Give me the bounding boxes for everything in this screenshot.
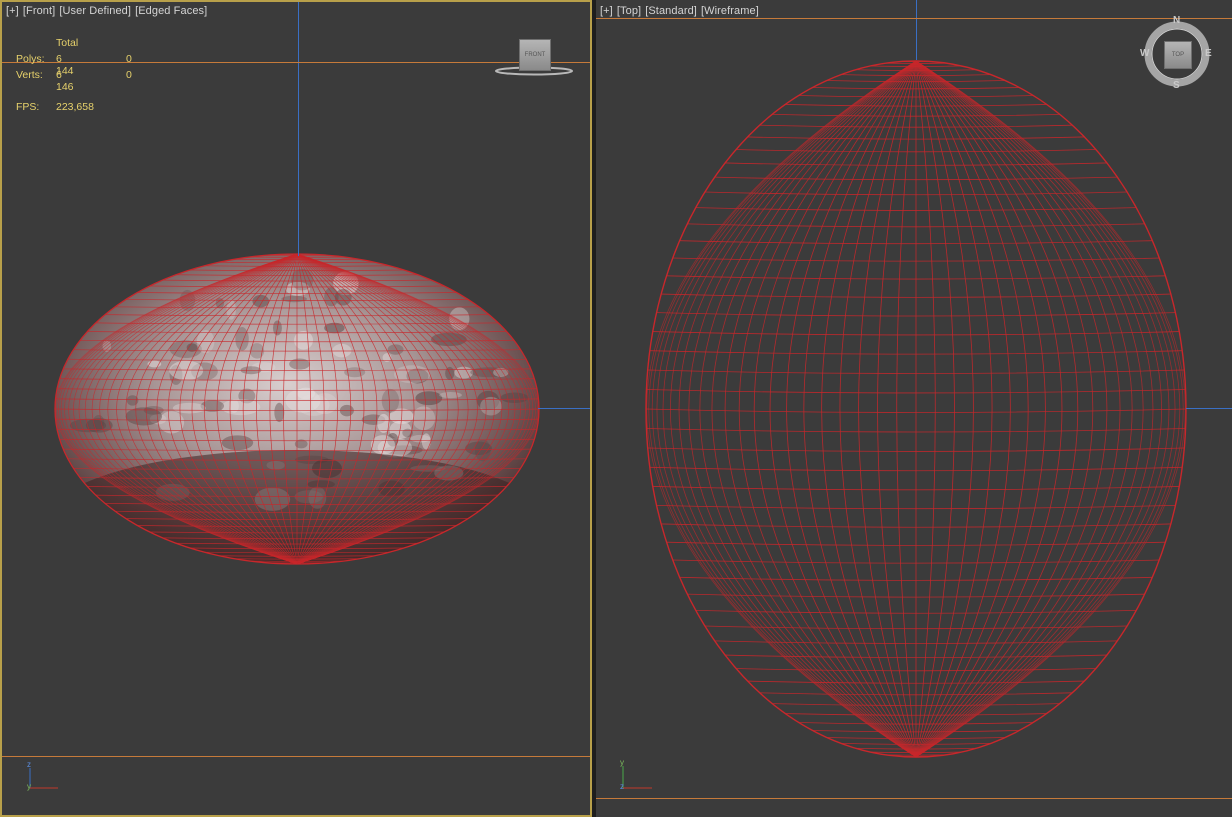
compass-west[interactable]: W: [1140, 48, 1149, 59]
viewport-plus-menu[interactable]: [+]: [6, 5, 19, 17]
axis-tripod-icon: y z: [618, 756, 658, 796]
grid-axis-vertical: [298, 0, 299, 256]
axis-right-label: z: [620, 782, 624, 791]
stats-selected-value: 0: [126, 53, 132, 65]
compass-north[interactable]: N: [1173, 15, 1180, 26]
front-viewport[interactable]: [+] [Front] [User Defined] [Edged Faces] To…: [0, 0, 592, 817]
front-viewport-canvas[interactable]: [0, 0, 592, 817]
compass-east[interactable]: E: [1205, 48, 1212, 59]
viewport-label-menu[interactable]: [+] [Front] [User Defined] [Edged Faces]: [6, 5, 211, 17]
stats-selected-value: 0: [126, 69, 132, 81]
max-viewports: [+] [Front] [User Defined] [Edged Faces] To…: [0, 0, 1232, 817]
fps-value: 223,658: [56, 101, 94, 113]
viewport-display-menu[interactable]: [Wireframe]: [701, 5, 759, 17]
viewcube-icon[interactable]: TOP N S E W: [1140, 15, 1216, 92]
stats-label: Polys:: [16, 53, 45, 65]
viewport-shading-menu[interactable]: [User Defined]: [59, 5, 131, 17]
stats-total-header: Total: [56, 37, 79, 49]
safe-frame-bottom: [596, 798, 1232, 799]
safe-frame-bottom: [0, 756, 592, 757]
safe-frame-top: [596, 18, 1232, 19]
axis-right-label: y: [27, 782, 31, 791]
fps-label: FPS:: [16, 101, 40, 113]
axis-up-label: z: [27, 760, 31, 769]
grid-axis-vertical: [916, 0, 917, 60]
axis-tripod-icon: z y: [24, 760, 64, 796]
viewcube-face[interactable]: TOP: [1164, 41, 1192, 69]
grid-axis-horizontal: [1186, 408, 1232, 409]
viewcube-face[interactable]: FRONT: [519, 39, 551, 71]
viewport-label-menu[interactable]: [+] [Top] [Standard] [Wireframe]: [600, 5, 763, 17]
viewcube-icon[interactable]: FRONT: [494, 38, 574, 78]
viewport-plus-menu[interactable]: [+]: [600, 5, 613, 17]
viewport-pov-menu[interactable]: [Front]: [23, 5, 56, 17]
axis-up-label: y: [620, 758, 624, 767]
grid-axis-horizontal: [538, 408, 590, 409]
viewport-pov-menu[interactable]: [Top]: [617, 5, 641, 17]
viewport-shading-menu[interactable]: [Standard]: [645, 5, 697, 17]
top-viewport[interactable]: [+] [Top] [Standard] [Wireframe] TOP N S E …: [596, 0, 1232, 817]
stats-total-value: 6 146: [56, 69, 74, 93]
stats-label: Verts:: [16, 69, 43, 81]
wireframe-mesh: [646, 61, 1186, 757]
compass-south[interactable]: S: [1173, 80, 1180, 91]
viewport-display-menu[interactable]: [Edged Faces]: [135, 5, 207, 17]
top-viewport-canvas[interactable]: [596, 0, 1232, 817]
